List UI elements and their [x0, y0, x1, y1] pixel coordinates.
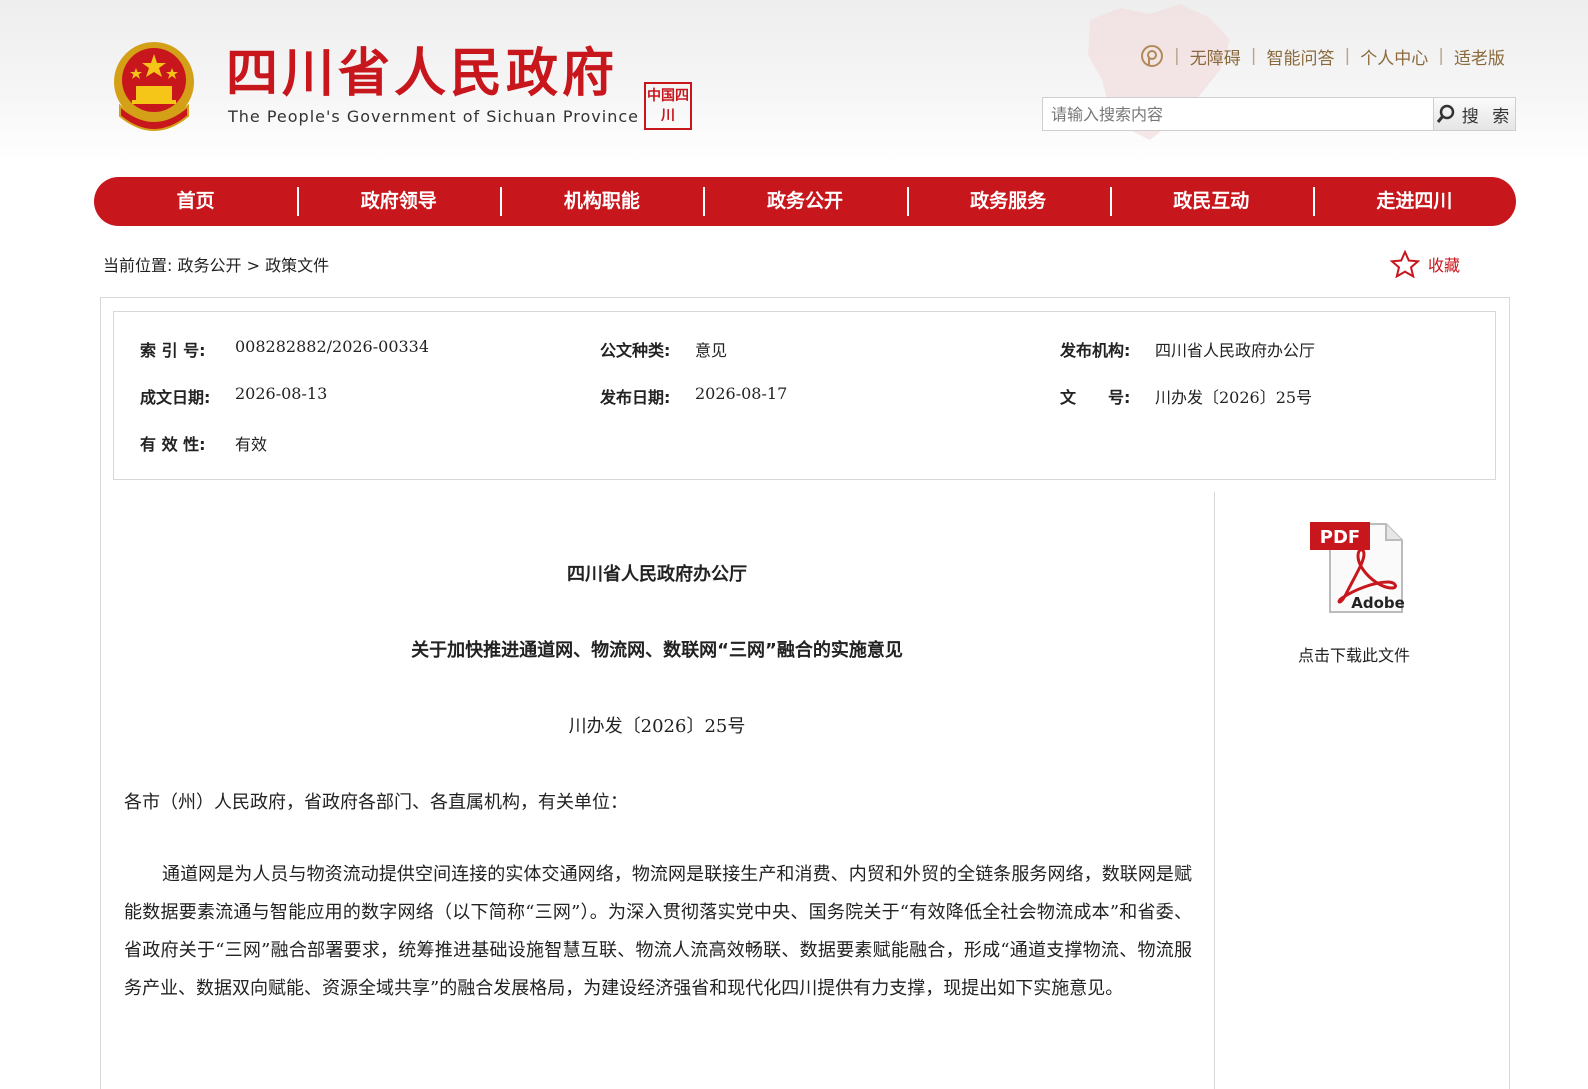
- meta-publisher-value: 四川省人民政府办公厅: [1155, 341, 1316, 360]
- meta-type-label: 公文种类:: [600, 341, 671, 360]
- search-button[interactable]: 搜 索: [1433, 98, 1515, 130]
- search-button-label: 搜 索: [1461, 106, 1514, 127]
- meta-created: 成文日期: 2026-08-13: [140, 384, 327, 408]
- breadcrumb-gov-affairs[interactable]: 政务公开: [178, 256, 242, 275]
- elderly-mode-link[interactable]: 适老版: [1454, 44, 1505, 69]
- separator: |: [1250, 46, 1257, 66]
- document-paragraph: 通道网是为人员与物资流动提供空间连接的实体交通网络，物流网是联接生产和消费、内贸…: [124, 864, 1192, 999]
- separator: |: [1174, 46, 1180, 66]
- meta-doc-no: 文 号: 川办发〔2026〕25号: [1060, 384, 1312, 408]
- meta-published: 发布日期: 2026-08-17: [600, 384, 787, 408]
- favorite-label: 收藏: [1428, 256, 1461, 275]
- meta-published-value: 2026-08-17: [695, 384, 788, 403]
- meta-index: 索 引 号: 008282882/2026-00334: [140, 337, 429, 361]
- pdf-badge-text: PDF: [1320, 527, 1360, 548]
- national-emblem-icon: [114, 42, 194, 131]
- content-divider: [1214, 492, 1215, 1089]
- separator: |: [1438, 46, 1444, 66]
- top-links: | 无障碍 | 智能问答 | 个人中心 | 适老版: [1140, 42, 1505, 70]
- nav-functions[interactable]: 机构职能: [500, 177, 703, 226]
- nav-interaction[interactable]: 政民互动: [1109, 177, 1313, 226]
- meta-created-label: 成文日期:: [140, 388, 211, 407]
- document-number: 川办发〔2026〕25号: [568, 716, 746, 737]
- meta-validity-value: 有效: [235, 435, 268, 454]
- document-title: 关于加快推进通道网、物流网、数联网“三网”融合的实施意见: [411, 640, 903, 661]
- breadcrumb-policy-docs[interactable]: 政策文件: [265, 256, 329, 275]
- meta-index-label: 索 引 号:: [140, 341, 206, 360]
- star-icon: [1390, 250, 1420, 278]
- document-org: 四川省人民政府办公厅: [567, 564, 747, 585]
- meta-publisher-label: 发布机构:: [1060, 341, 1131, 360]
- meta-published-label: 发布日期:: [600, 388, 671, 407]
- meta-validity: 有 效 性: 有效: [140, 431, 267, 455]
- meta-type-value: 意见: [695, 341, 728, 360]
- search-icon: [1436, 104, 1455, 123]
- accessibility-link[interactable]: 无障碍: [1190, 44, 1241, 69]
- smart-qa-link[interactable]: 智能问答: [1266, 44, 1334, 69]
- search-input[interactable]: [1043, 98, 1433, 130]
- breadcrumb: 当前位置: 政务公开 > 政策文件: [103, 252, 329, 276]
- pdf-brand-text: Adobe: [1351, 594, 1404, 612]
- meta-index-value: 008282882/2026-00334: [235, 337, 430, 356]
- search-box: 搜 索: [1042, 97, 1516, 131]
- download-file-link[interactable]: 点击下载此文件: [1230, 642, 1478, 666]
- meta-type: 公文种类: 意见: [600, 337, 727, 361]
- breadcrumb-prefix: 当前位置:: [103, 256, 173, 275]
- site-subtitle: The People's Government of Sichuan Provi…: [228, 107, 639, 126]
- separator: |: [1344, 46, 1351, 66]
- meta-publisher: 发布机构: 四川省人民政府办公厅: [1060, 337, 1315, 361]
- nav-gov-affairs[interactable]: 政务公开: [703, 177, 906, 226]
- main-nav: 首页 政府领导 机构职能 政务公开 政务服务 政民互动 走进四川: [94, 177, 1516, 226]
- meta-validity-label: 有 效 性:: [140, 435, 206, 454]
- document-salutation: 各市（州）人民政府，省政府各部门、各直属机构，有关单位：: [124, 792, 628, 813]
- nav-leadership[interactable]: 政府领导: [297, 177, 500, 226]
- nav-about-sichuan[interactable]: 走进四川: [1312, 177, 1516, 226]
- personal-center-link[interactable]: 个人中心: [1360, 44, 1428, 69]
- meta-created-value: 2026-08-13: [235, 384, 328, 403]
- pdf-download-icon[interactable]: PDF Adobe: [1308, 518, 1404, 616]
- nav-home[interactable]: 首页: [94, 177, 297, 226]
- meta-doc-no-value: 川办发〔2026〕25号: [1155, 388, 1313, 407]
- site-title: 四川省人民政府: [226, 44, 619, 104]
- nav-gov-services[interactable]: 政务服务: [906, 177, 1110, 226]
- meta-doc-no-label: 文 号:: [1060, 388, 1131, 407]
- favorite-button[interactable]: 收藏: [1390, 250, 1460, 278]
- china-sichuan-seal: 中国四川: [644, 82, 692, 130]
- breadcrumb-separator: >: [246, 256, 261, 275]
- voice-icon[interactable]: [1140, 44, 1164, 68]
